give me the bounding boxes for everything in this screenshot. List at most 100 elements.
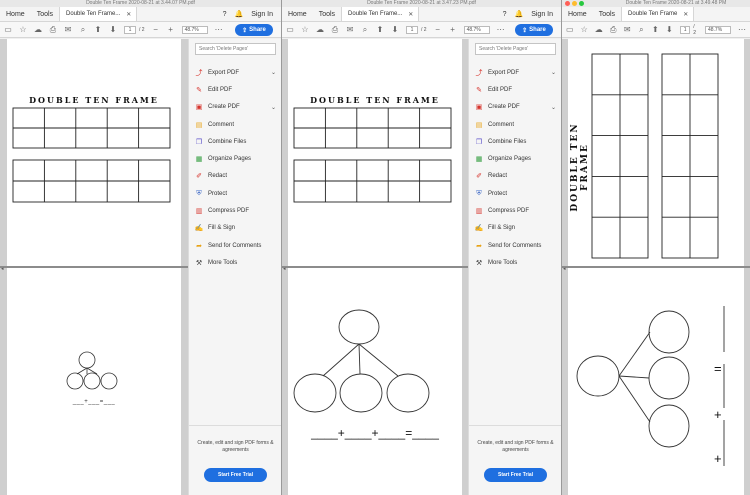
tool-more-tools[interactable]: ⚒ More Tools <box>195 254 276 271</box>
tool-comment[interactable]: ▤ Comment <box>195 116 276 133</box>
zoom-level-select[interactable]: 48.7% <box>463 25 490 34</box>
chevron-down-icon[interactable]: ⌄ <box>271 104 276 111</box>
menu-home[interactable]: Home <box>562 7 593 21</box>
menu-tools[interactable]: Tools <box>593 7 621 21</box>
tool-combine-files[interactable]: ❐ Combine Files <box>195 133 276 150</box>
tool-export-pdf[interactable]: ⤴ Export PDF ⌄ <box>475 64 557 81</box>
page-up-icon[interactable]: ⬆ <box>94 25 102 34</box>
tool-export-pdf[interactable]: ⤴ Export PDF ⌄ <box>195 64 277 81</box>
close-tab-icon[interactable]: ✕ <box>683 11 688 18</box>
left-scroll-arrow-icon[interactable]: ◂ <box>563 266 566 272</box>
share-button[interactable]: ⇪ Share <box>515 24 553 36</box>
bell-icon[interactable]: 🔔 <box>234 10 243 18</box>
print-icon[interactable]: ⎙ <box>331 25 339 34</box>
left-scroll-arrow-icon[interactable]: ◂ <box>283 266 286 272</box>
left-scroll-arrow-icon[interactable]: ◂ <box>1 266 4 272</box>
upload-icon[interactable]: ☁ <box>34 25 42 34</box>
zoom-out-icon[interactable]: − <box>434 25 442 34</box>
print-icon[interactable]: ⎙ <box>49 25 57 34</box>
tool-comment[interactable]: ▤ Comment <box>475 116 556 133</box>
print-icon[interactable]: ⎙ <box>610 25 617 34</box>
bookmark-star-icon[interactable]: ☆ <box>19 25 27 34</box>
tool-protect[interactable]: ⛨ Protect <box>195 185 276 202</box>
start-free-trial-button[interactable]: Start Free Trial <box>204 468 267 482</box>
upload-icon[interactable]: ☁ <box>595 25 603 34</box>
bookmark-star-icon[interactable]: ☆ <box>301 25 309 34</box>
zoom-search-icon[interactable]: ⌕ <box>361 25 369 34</box>
tool-send-for-comments[interactable]: ➦ Send for Comments <box>475 237 556 254</box>
minimize-window-icon[interactable] <box>572 1 577 6</box>
page-up-icon[interactable]: ⬆ <box>652 25 659 34</box>
page-up-icon[interactable]: ⬆ <box>376 25 384 34</box>
double-ten-frame <box>12 107 171 203</box>
more-icon[interactable]: ⋯ <box>738 25 746 34</box>
upload-icon[interactable]: ☁ <box>316 25 324 34</box>
close-window-icon[interactable] <box>565 1 570 6</box>
tool-redact[interactable]: ✐ Redact <box>195 168 276 185</box>
sign-in-link[interactable]: Sign In <box>251 11 273 18</box>
tool-edit-pdf[interactable]: ✎ Edit PDF <box>195 81 276 98</box>
save-icon[interactable]: ▭ <box>566 25 574 34</box>
tool-create-pdf[interactable]: ▣ Create PDF ⌄ <box>195 99 276 116</box>
email-icon[interactable]: ✉ <box>346 25 354 34</box>
help-icon[interactable]: ? <box>503 11 507 18</box>
tool-protect[interactable]: ⛨ Protect <box>475 185 556 202</box>
document-tab[interactable]: Double Ten Frame ✕ <box>621 7 695 21</box>
tool-send-for-comments[interactable]: ➦ Send for Comments <box>195 237 276 254</box>
page-down-icon[interactable]: ⬇ <box>109 25 117 34</box>
zoom-search-icon[interactable]: ⌕ <box>79 25 87 34</box>
more-icon[interactable]: ⋯ <box>215 25 223 34</box>
email-icon[interactable]: ✉ <box>64 25 72 34</box>
maximize-window-icon[interactable] <box>579 1 584 6</box>
tool-fill-sign[interactable]: ✍ Fill & Sign <box>195 220 276 237</box>
page-number-input[interactable]: 1 <box>124 25 136 34</box>
document-tab[interactable]: Double Ten Frame... ✕ <box>341 7 420 21</box>
bell-icon[interactable]: 🔔 <box>514 10 523 18</box>
tool-create-pdf[interactable]: ▣ Create PDF ⌄ <box>475 99 556 116</box>
tool-combine-files[interactable]: ❐ Combine Files <box>475 133 556 150</box>
tool-more-tools[interactable]: ⚒ More Tools <box>475 254 556 271</box>
more-icon[interactable]: ⋯ <box>497 25 505 34</box>
tool-compress-pdf[interactable]: ▥ Compress PDF <box>475 202 556 219</box>
start-free-trial-button[interactable]: Start Free Trial <box>484 468 547 482</box>
zoom-level-select[interactable]: 48.7% <box>704 25 731 34</box>
chevron-down-icon[interactable]: ⌄ <box>551 69 556 76</box>
document-tab[interactable]: Double Ten Frame... ✕ <box>59 7 138 21</box>
page-number-input[interactable]: 1 <box>406 25 418 34</box>
bookmark-star-icon[interactable]: ☆ <box>581 25 588 34</box>
tool-fill-sign[interactable]: ✍ Fill & Sign <box>475 220 556 237</box>
zoom-in-icon[interactable]: + <box>449 25 457 34</box>
tool-organize-pages[interactable]: ▦ Organize Pages <box>475 150 556 167</box>
close-tab-icon[interactable]: ✕ <box>408 11 413 18</box>
chevron-down-icon[interactable]: ⌄ <box>551 104 556 111</box>
document-view[interactable]: DOUBLE TEN FRAME ◂ <box>282 39 468 495</box>
zoom-search-icon[interactable]: ⌕ <box>638 25 645 34</box>
tool-organize-pages[interactable]: ▦ Organize Pages <box>195 150 276 167</box>
tool-compress-pdf[interactable]: ▥ Compress PDF <box>195 202 276 219</box>
zoom-out-icon[interactable]: − <box>152 25 160 34</box>
menu-tools[interactable]: Tools <box>31 7 59 21</box>
help-icon[interactable]: ? <box>223 11 227 18</box>
page-number-input[interactable]: 1 <box>679 25 691 34</box>
document-view[interactable]: DOUBLE TEN FRAME ◂ <box>562 39 750 495</box>
tool-redact[interactable]: ✐ Redact <box>475 168 556 185</box>
tools-search-input[interactable]: Search 'Delete Pages' <box>475 43 556 55</box>
zoom-level-select[interactable]: 48.7% <box>181 25 208 34</box>
close-tab-icon[interactable]: ✕ <box>126 11 131 18</box>
tool-label: Protect <box>208 190 228 197</box>
menu-home[interactable]: Home <box>0 7 31 21</box>
page-down-icon[interactable]: ⬇ <box>391 25 399 34</box>
document-view[interactable]: DOUBLE TEN FRAME ◂ <box>0 39 188 495</box>
save-icon[interactable]: ▭ <box>286 25 294 34</box>
tool-edit-pdf[interactable]: ✎ Edit PDF <box>475 81 556 98</box>
sign-in-link[interactable]: Sign In <box>531 11 553 18</box>
email-icon[interactable]: ✉ <box>624 25 631 34</box>
share-button[interactable]: ⇪ Share <box>235 24 273 36</box>
save-icon[interactable]: ▭ <box>4 25 12 34</box>
page-down-icon[interactable]: ⬇ <box>666 25 673 34</box>
tools-search-input[interactable]: Search 'Delete Pages' <box>195 43 276 55</box>
menu-home[interactable]: Home <box>282 7 313 21</box>
zoom-in-icon[interactable]: + <box>167 25 175 34</box>
menu-tools[interactable]: Tools <box>313 7 341 21</box>
chevron-down-icon[interactable]: ⌄ <box>271 69 276 76</box>
